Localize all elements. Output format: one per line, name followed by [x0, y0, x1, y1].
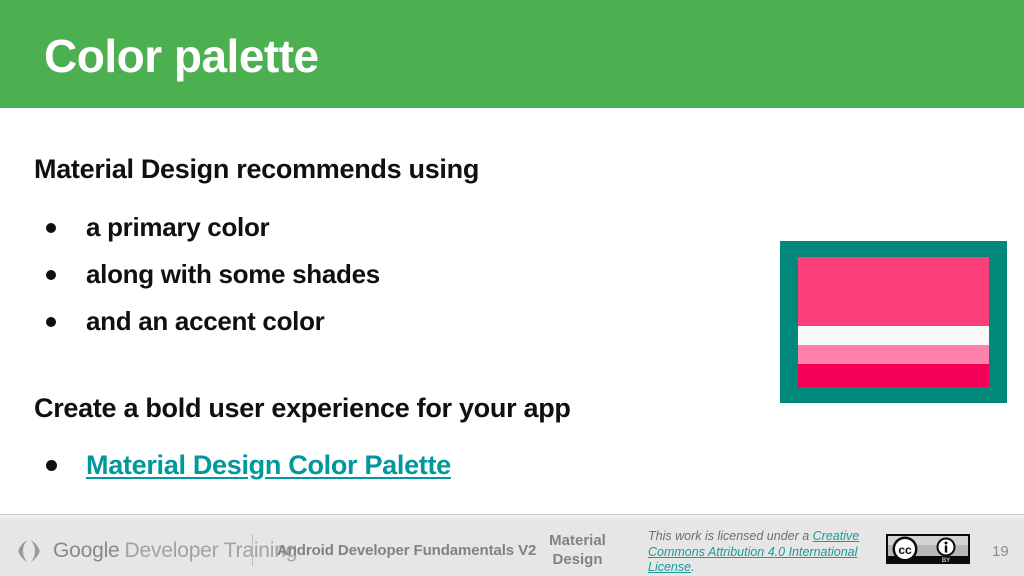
- list-item: and an accent color: [34, 298, 734, 345]
- resource-link-list: Material Design Color Palette: [34, 445, 734, 490]
- slide-header: Color palette: [0, 0, 1024, 108]
- license-suffix-text: .: [691, 560, 695, 574]
- swatch-band-primary-pink: [798, 257, 989, 326]
- license-prefix-text: This work is licensed under a: [648, 529, 813, 543]
- topic-name-line-2: Design: [552, 551, 603, 568]
- bullet-dot-icon: [46, 460, 57, 471]
- course-name-label: Android Developer Fundamentals V2: [277, 542, 537, 559]
- list-item: a primary color: [34, 204, 734, 251]
- google-developer-training-logo: Google Developer Training: [14, 536, 297, 566]
- page-number: 19: [992, 543, 1009, 560]
- list-item-label: a primary color: [86, 212, 270, 242]
- list-item-label: along with some shades: [86, 259, 380, 289]
- topic-name-line-1: Material: [549, 532, 606, 549]
- page-title: Color palette: [44, 30, 319, 82]
- lead-text-primary: Material Design recommends using: [34, 154, 480, 184]
- logo-text-google: Google: [53, 539, 120, 562]
- svg-text:cc: cc: [898, 543, 912, 557]
- footer-top-sheen: [0, 515, 1024, 521]
- bullet-dot-icon: [46, 270, 56, 280]
- license-notice: This work is licensed under a Creative C…: [648, 529, 870, 576]
- bullet-dot-icon: [46, 317, 56, 327]
- slide-body: Material Design recommends using a prima…: [0, 108, 1024, 514]
- lead-text-secondary: Create a bold user experience for your a…: [34, 393, 571, 423]
- list-item: Material Design Color Palette: [34, 445, 734, 490]
- footer-divider: [252, 534, 253, 566]
- logo-text-developer-training: Developer Training: [124, 539, 298, 562]
- recommendation-bullet-list: a primary color along with some shades a…: [34, 204, 734, 345]
- color-palette-swatch-image: [780, 241, 1007, 403]
- list-item: along with some shades: [34, 251, 734, 298]
- code-brackets-icon: [18, 540, 40, 562]
- content-column: Material Design recommends using a prima…: [34, 152, 734, 490]
- list-item-label: and an accent color: [86, 306, 325, 336]
- material-design-color-palette-link[interactable]: Material Design Color Palette: [86, 450, 451, 480]
- swatch-band-light-pink: [798, 345, 989, 364]
- swatch-band-white: [798, 325, 989, 346]
- creative-commons-by-badge-icon[interactable]: cc BY: [886, 534, 970, 564]
- swatch-band-accent-pink: [798, 363, 989, 387]
- topic-name-label: Material Design: [530, 531, 625, 569]
- svg-text:BY: BY: [942, 558, 950, 564]
- swatch-band-stack: [798, 257, 989, 387]
- bullet-dot-icon: [46, 223, 56, 233]
